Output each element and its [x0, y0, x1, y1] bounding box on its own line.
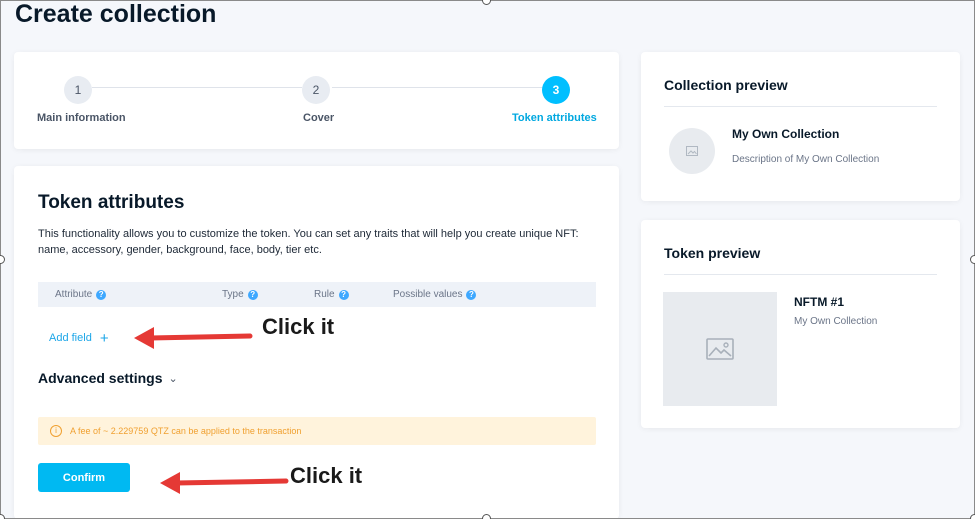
collection-description: Description of My Own Collection	[732, 154, 880, 165]
collection-avatar	[669, 128, 715, 174]
column-possible-values: Possible values ?	[393, 289, 477, 300]
chevron-down-icon: ⌄	[168, 372, 178, 385]
step-connector	[92, 87, 302, 88]
section-description: This functionality allows you to customi…	[38, 228, 579, 256]
step-3-number[interactable]: 3	[542, 76, 570, 104]
column-type: Type ?	[222, 289, 258, 300]
collection-name: My Own Collection	[732, 127, 840, 141]
help-icon[interactable]: ?	[466, 289, 477, 300]
divider	[664, 106, 937, 107]
attributes-table-header: Attribute ? Type ? Rule ? Possible value…	[38, 282, 596, 307]
page-title: Create collection	[15, 0, 217, 28]
stepper: 1 2 3 Main information Cover Token attri…	[14, 52, 619, 149]
column-attribute: Attribute ?	[55, 289, 107, 300]
resize-handle[interactable]	[482, 0, 491, 5]
image-placeholder-icon	[686, 146, 698, 156]
section-title: Token attributes	[38, 192, 185, 213]
step-1-label[interactable]: Main information	[37, 112, 126, 124]
step-1-number[interactable]: 1	[64, 76, 92, 104]
help-icon[interactable]: ?	[338, 289, 349, 300]
token-preview-title: Token preview	[664, 245, 761, 261]
collection-preview-title: Collection preview	[664, 77, 788, 93]
fee-notice: i A fee of ~ 2.229759 QTZ can be applied…	[38, 417, 596, 445]
step-2-label[interactable]: Cover	[303, 112, 334, 124]
token-collection-name: My Own Collection	[794, 316, 878, 327]
info-icon: i	[50, 425, 62, 437]
annotation-arrow-confirm	[160, 472, 289, 494]
token-preview-card: Token preview NFTM #1 My Own Collection	[641, 220, 960, 428]
step-connector	[332, 87, 542, 88]
step-2-number[interactable]: 2	[302, 76, 330, 104]
collection-preview-card: Collection preview My Own Collection Des…	[641, 52, 960, 201]
resize-handle[interactable]	[0, 255, 5, 264]
advanced-settings-toggle[interactable]: Advanced settings ⌄	[38, 370, 178, 386]
plus-icon: +	[99, 329, 109, 347]
column-rule: Rule ?	[314, 289, 349, 300]
add-field-label: Add field	[49, 332, 92, 344]
confirm-button[interactable]: Confirm	[38, 463, 130, 492]
step-3-label[interactable]: Token attributes	[512, 112, 597, 124]
token-image-placeholder	[663, 292, 777, 406]
annotation-arrow-add-field	[134, 327, 253, 349]
help-icon[interactable]: ?	[247, 289, 258, 300]
advanced-settings-label: Advanced settings	[38, 370, 163, 386]
resize-handle[interactable]	[0, 514, 5, 519]
resize-handle[interactable]	[970, 514, 975, 519]
resize-handle[interactable]	[970, 255, 975, 264]
image-placeholder-icon	[706, 338, 734, 360]
fee-text: A fee of ~ 2.229759 QTZ can be applied t…	[70, 426, 302, 436]
add-field-button[interactable]: Add field +	[49, 329, 109, 347]
annotation-add-field-note: Click it	[262, 314, 335, 339]
resize-handle[interactable]	[482, 514, 491, 519]
token-name: NFTM #1	[794, 295, 845, 309]
divider	[664, 274, 937, 275]
annotation-confirm-note: Click it	[290, 463, 363, 488]
help-icon[interactable]: ?	[96, 289, 107, 300]
